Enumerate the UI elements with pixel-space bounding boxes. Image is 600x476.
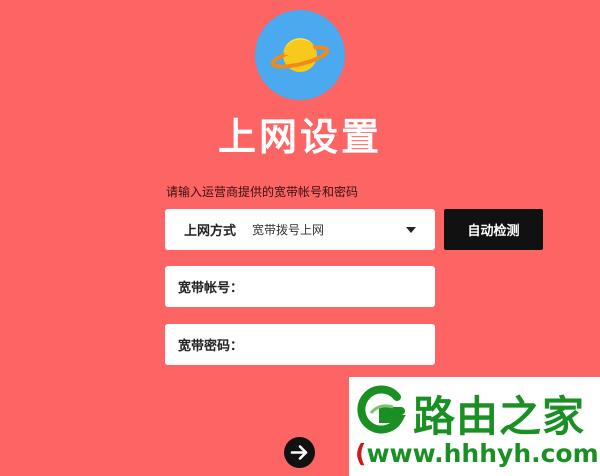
password-field: 宽带密码： bbox=[165, 324, 435, 365]
watermark: 路由之家 (www.hhhyh.com) bbox=[349, 377, 600, 476]
form-hint: 请输入运营商提供的宽带帐号和密码 bbox=[166, 185, 359, 199]
watermark-title: 路由之家 bbox=[413, 392, 586, 441]
planet-icon bbox=[255, 10, 345, 100]
page-title: 上网设置 bbox=[217, 115, 382, 159]
arrow-right-icon bbox=[290, 445, 308, 460]
password-input[interactable] bbox=[243, 328, 427, 361]
router-logo-icon bbox=[357, 385, 406, 434]
watermark-url-open: ( bbox=[355, 439, 367, 468]
auto-detect-button[interactable]: 自动检测 bbox=[444, 209, 543, 250]
account-field: 宽带帐号： bbox=[165, 266, 435, 307]
watermark-url-text: www.hhhyh.com bbox=[366, 439, 599, 468]
next-button[interactable] bbox=[284, 437, 315, 468]
account-input[interactable] bbox=[243, 270, 427, 303]
connection-type-select[interactable]: 上网方式 宽带拨号上网 bbox=[165, 209, 435, 250]
password-label: 宽带密码： bbox=[178, 339, 244, 354]
account-label: 宽带帐号： bbox=[178, 281, 244, 296]
chevron-down-icon[interactable] bbox=[406, 226, 416, 233]
watermark-url: (www.hhhyh.com) bbox=[355, 439, 600, 468]
connection-type-label: 上网方式 bbox=[184, 224, 237, 239]
connection-type-value: 宽带拨号上网 bbox=[252, 223, 325, 237]
